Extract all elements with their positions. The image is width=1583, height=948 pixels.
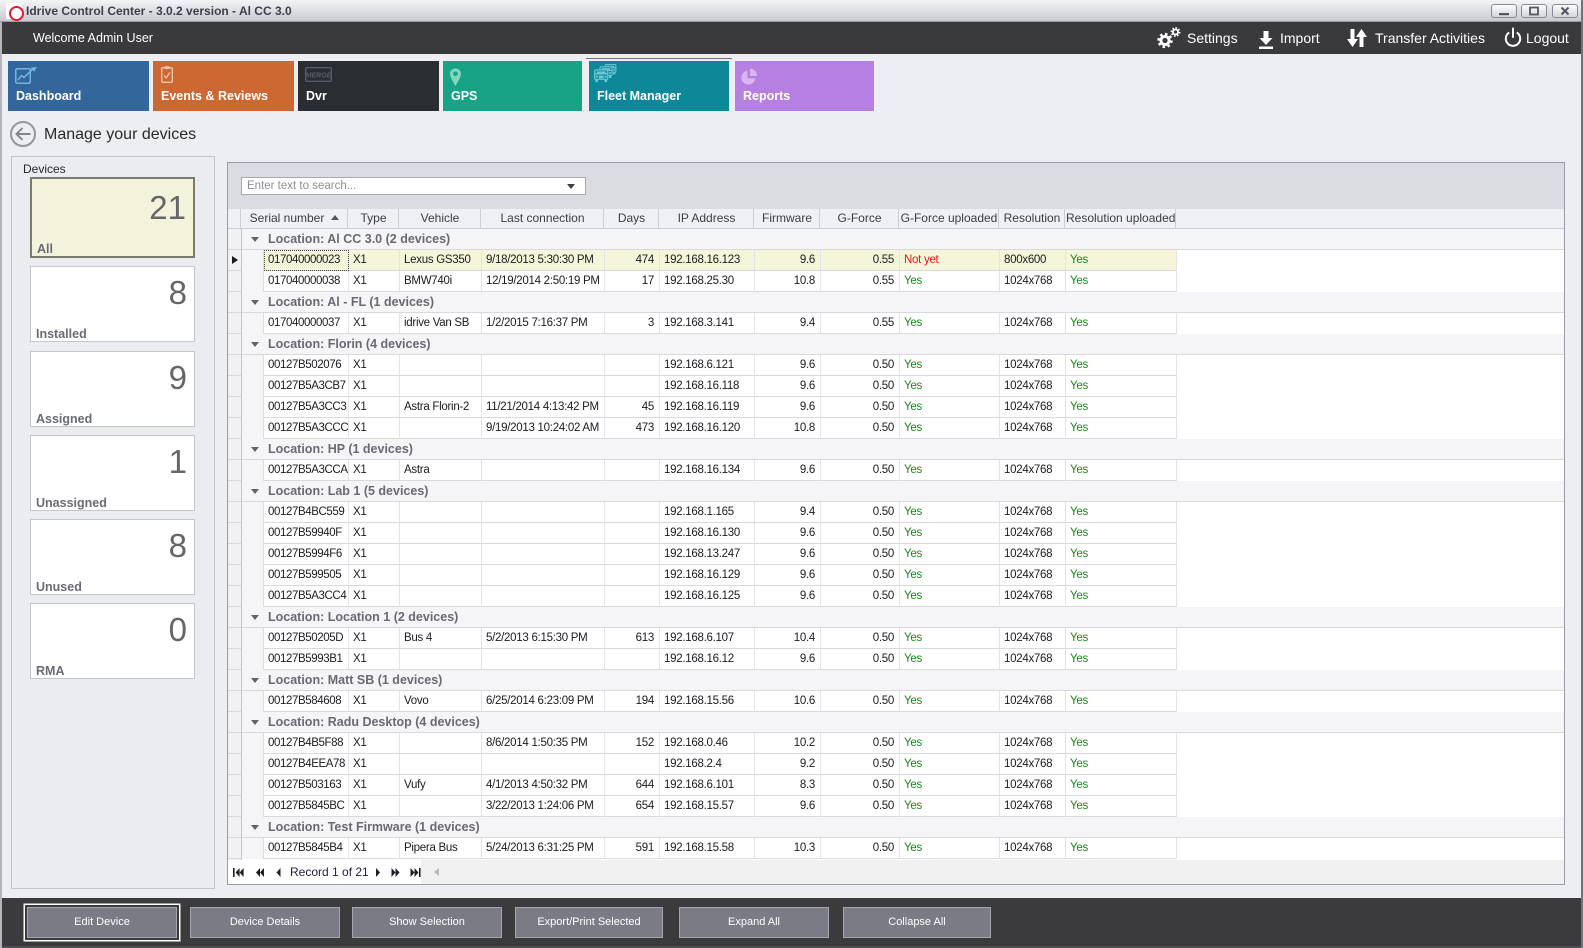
- svg-text:MERGE: MERGE: [306, 72, 332, 79]
